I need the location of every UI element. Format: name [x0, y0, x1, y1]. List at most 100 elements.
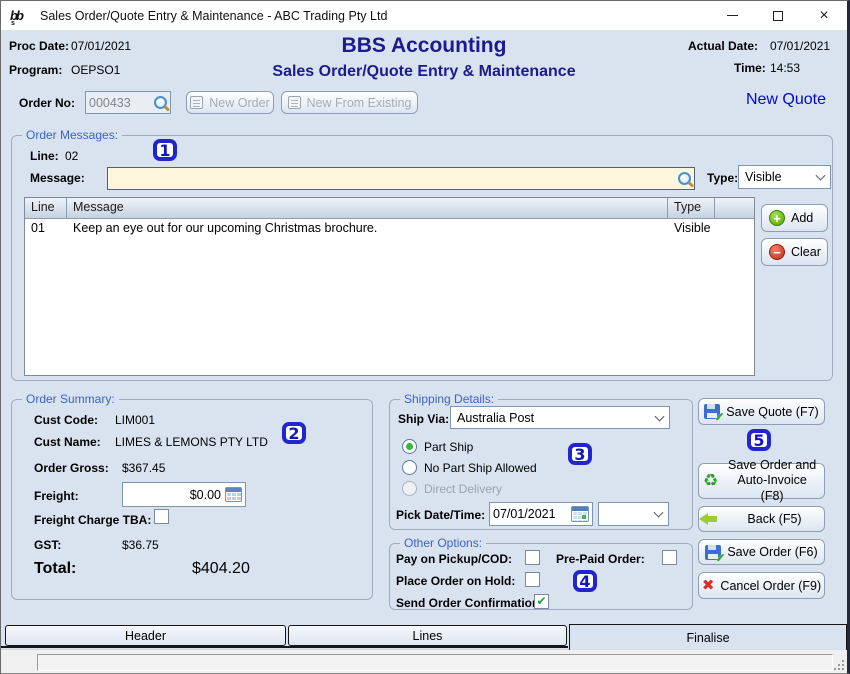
calculator-icon[interactable] [225, 487, 242, 502]
table-row[interactable]: 01 Keep an eye out for our upcoming Chri… [25, 219, 754, 237]
row-line: 01 [25, 219, 67, 237]
tab-header[interactable]: Header [5, 625, 286, 646]
ship-via-dropdown[interactable]: Australia Post [450, 406, 670, 429]
col-header-type[interactable]: Type [668, 198, 715, 218]
status-field [37, 654, 833, 671]
cust-name-label: Cust Name: [34, 435, 101, 449]
line-label: Line: [30, 149, 59, 163]
messages-table-header: Line Message Type [25, 198, 754, 219]
prepaid-order-checkbox[interactable] [662, 550, 677, 565]
type-label: Type: [707, 171, 738, 185]
annotation-marker-1: 1 [153, 139, 177, 161]
type-dropdown[interactable]: Visible [738, 165, 831, 189]
line-value: 02 [65, 149, 78, 163]
actual-date-value: 07/01/2021 [770, 39, 830, 53]
annotation-marker-2: 2 [282, 422, 306, 444]
message-input[interactable] [111, 172, 678, 186]
clear-button[interactable]: − Clear [761, 238, 828, 266]
app-window: bbs Sales Order/Quote Entry & Maintenanc… [0, 0, 850, 674]
time-label: Time: [734, 61, 766, 75]
col-header-line[interactable]: Line [25, 198, 67, 218]
pay-on-pickup-label: Pay on Pickup/COD: [396, 552, 512, 566]
app-logo-icon: bbs [10, 8, 32, 23]
gst-value: $36.75 [122, 538, 159, 552]
save-order-auto-invoice-button[interactable]: ♻ Save Order and Auto-Invoice (F8) [698, 463, 825, 499]
col-header-filler [715, 198, 754, 218]
shipping-details-group-label: Shipping Details: [400, 392, 498, 406]
save-order-button[interactable]: ✔ Save Order (F6) [698, 539, 825, 565]
title-bar: bbs Sales Order/Quote Entry & Maintenanc… [1, 1, 847, 31]
order-no-input[interactable] [89, 96, 154, 110]
freight-field[interactable] [122, 482, 246, 507]
maximize-icon [773, 11, 783, 21]
order-messages-group-label: Order Messages: [22, 128, 122, 142]
part-ship-radio[interactable] [402, 439, 417, 454]
annotation-marker-4: 4 [573, 570, 597, 592]
freight-input[interactable] [126, 488, 221, 502]
back-button[interactable]: Back (F5) [698, 506, 825, 532]
row-type: Visible [668, 219, 715, 237]
calendar-icon[interactable] [571, 506, 589, 522]
order-on-hold-checkbox[interactable] [525, 572, 540, 587]
save-quote-button[interactable]: ✔ Save Quote (F7) [698, 398, 825, 425]
chevron-down-icon [655, 411, 665, 421]
freight-tba-label: Freight Charge TBA: [34, 513, 151, 527]
clear-icon: − [769, 244, 785, 260]
new-order-button[interactable]: New Order [186, 91, 274, 114]
part-ship-label: Part Ship [424, 440, 473, 454]
annotation-marker-3: 3 [568, 443, 592, 465]
minimize-icon [727, 15, 738, 16]
order-no-field[interactable] [85, 91, 171, 114]
order-no-label: Order No: [19, 96, 75, 110]
direct-delivery-label: Direct Delivery [424, 482, 502, 496]
other-options-group: Other Options: Pay on Pickup/COD: Pre-Pa… [389, 543, 693, 610]
actual-date-label: Actual Date: [688, 39, 758, 53]
pick-date-field[interactable] [489, 502, 593, 526]
row-message: Keep an eye out for our upcoming Christm… [67, 219, 668, 237]
recycle-icon: ♻ [703, 473, 718, 490]
send-confirmation-label: Send Order Confirmation: [396, 596, 543, 610]
search-icon[interactable] [154, 96, 167, 109]
order-gross-label: Order Gross: [34, 461, 109, 475]
cancel-x-icon: ✖ [702, 578, 715, 593]
pick-time-dropdown[interactable] [598, 502, 669, 526]
save-icon: ✔ [704, 404, 720, 419]
no-part-ship-radio[interactable] [402, 460, 417, 475]
send-confirmation-checkbox[interactable]: ✔ [534, 594, 549, 609]
app-subtitle: Sales Order/Quote Entry & Maintenance [1, 63, 847, 81]
window-title: Sales Order/Quote Entry & Maintenance - … [40, 9, 387, 23]
col-header-message[interactable]: Message [67, 198, 668, 218]
tab-finalise[interactable]: Finalise [569, 624, 847, 650]
ship-via-label: Ship Via: [398, 412, 449, 426]
shipping-details-group: Shipping Details: Ship Via: Australia Po… [389, 399, 693, 530]
order-summary-group-label: Order Summary: [22, 392, 119, 406]
minimize-button[interactable] [709, 1, 755, 31]
pick-date-input[interactable] [493, 507, 571, 521]
add-button[interactable]: + Add [761, 204, 828, 232]
new-from-existing-button[interactable]: New From Existing [281, 91, 418, 114]
direct-delivery-radio[interactable] [402, 481, 417, 496]
tab-strip-line [1, 646, 568, 648]
resize-grip[interactable] [834, 660, 844, 670]
maximize-button[interactable] [755, 1, 801, 31]
back-arrow-icon [699, 513, 719, 525]
cust-name-value: LIMES & LEMONS PTY LTD [115, 435, 268, 449]
cancel-order-button[interactable]: ✖ Cancel Order (F9) [698, 572, 825, 599]
close-button[interactable]: × [801, 1, 847, 31]
chevron-down-icon [816, 171, 826, 181]
cust-code-label: Cust Code: [34, 413, 98, 427]
tab-lines[interactable]: Lines [288, 625, 567, 646]
pay-on-pickup-checkbox[interactable] [525, 550, 540, 565]
freight-tba-checkbox[interactable] [154, 509, 169, 524]
order-on-hold-label: Place Order on Hold: [396, 574, 515, 588]
message-search-icon[interactable] [678, 172, 691, 185]
mode-indicator: New Quote [746, 91, 826, 109]
order-summary-group: Order Summary: Cust Code: LIM001 Cust Na… [11, 399, 373, 600]
message-field[interactable] [107, 167, 695, 190]
total-value: $404.20 [192, 560, 250, 578]
order-gross-value: $367.45 [122, 461, 165, 475]
check-icon: ✔ [536, 594, 546, 608]
cust-code-value: LIM001 [115, 413, 155, 427]
freight-label: Freight: [34, 489, 79, 503]
other-options-group-label: Other Options: [400, 536, 486, 550]
